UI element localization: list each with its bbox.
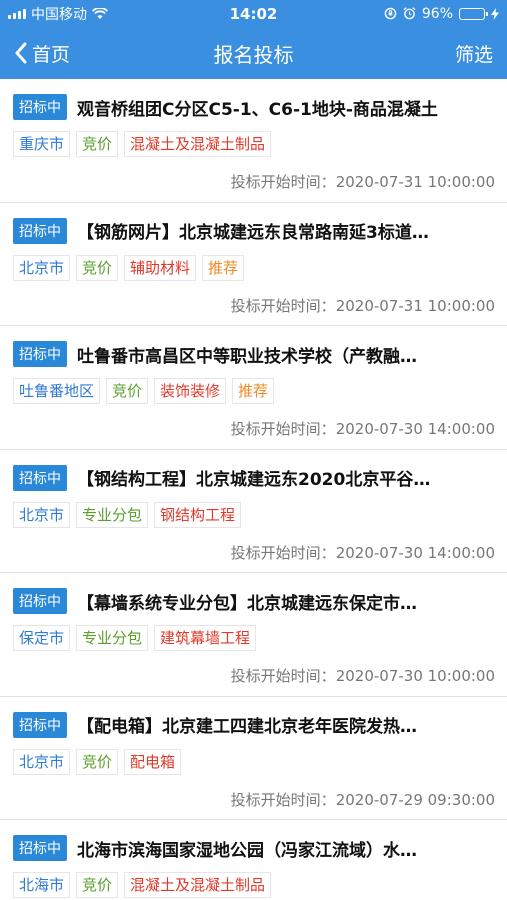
category-tag: 混凝土及混凝土制品: [124, 131, 272, 157]
status-badge: 招标中: [13, 835, 67, 861]
battery-icon: [459, 7, 488, 20]
category-tag: 钢结构工程: [154, 501, 242, 528]
recommend-tag: 推荐: [202, 254, 245, 281]
start-time-value: 2020-07-31 10:00:00: [335, 296, 495, 315]
start-time-row: 投标开始时间：2020-07-30 14:00:00: [13, 418, 495, 439]
status-right: 96%: [384, 6, 499, 22]
category-tag: 建筑幕墙工程: [154, 625, 257, 651]
category-tag: 装饰装修: [154, 378, 227, 404]
start-time-value: 2020-07-30 14:00:00: [335, 543, 495, 562]
start-time-label: 投标开始时间：: [230, 173, 336, 191]
back-button[interactable]: 首页: [14, 40, 70, 67]
category-tag: 混凝土及混凝土制品: [124, 872, 272, 898]
start-time-row: 投标开始时间：2020-07-30 10:00:00: [13, 665, 495, 686]
status-badge: 招标中: [13, 464, 67, 491]
start-time-label: 投标开始时间：: [230, 790, 336, 809]
status-badge: 招标中: [13, 94, 67, 120]
method-tag: 竞价: [76, 748, 119, 775]
start-time-value: 2020-07-31 10:00:00: [335, 173, 495, 191]
start-time-label: 投标开始时间：: [230, 420, 336, 438]
tag-list: 北京市 竞价 辅助材料 推荐: [13, 254, 495, 281]
tender-list: 招标中 观音桥组团C分区C5-1、C6-1地块-商品混凝土 重庆市 竞价 混凝土…: [0, 79, 507, 900]
start-time-label: 投标开始时间：: [230, 543, 336, 562]
start-time-row: 投标开始时间：2020-07-31 10:00:00: [13, 295, 495, 316]
recommend-tag: 推荐: [232, 378, 275, 404]
tag-list: 保定市 专业分包 建筑幕墙工程: [13, 625, 495, 651]
status-badge: 招标中: [13, 711, 67, 738]
battery-percent: 96%: [421, 5, 453, 22]
status-badge: 招标中: [13, 341, 67, 367]
start-time-row: 投标开始时间：2020-07-29 09:30:00: [13, 789, 495, 810]
tender-card[interactable]: 招标中 【钢结构工程】北京城建远东2020北京平谷… 北京市 专业分包 钢结构工…: [0, 449, 507, 573]
start-time-row: 投标开始时间：2020-07-31 10:00:00: [13, 171, 495, 192]
title-row: 招标中 吐鲁番市高昌区中等职业技术学校（产教融…: [13, 340, 495, 368]
tender-title: 【钢筋网片】北京城建远东良常路南延3标道…: [77, 223, 429, 243]
title-row: 招标中 北海市滨海国家湿地公园（冯家江流域）水…: [13, 834, 495, 862]
tender-title: 【配电箱】北京建工四建北京老年医院发热…: [77, 717, 417, 737]
tender-title: 吐鲁番市高昌区中等职业技术学校（产教融…: [77, 346, 417, 367]
method-tag: 竞价: [76, 254, 119, 281]
city-tag: 北京市: [13, 254, 71, 281]
city-tag: 重庆市: [13, 131, 71, 157]
tender-title: 【钢结构工程】北京城建远东2020北京平谷…: [77, 470, 431, 490]
method-tag: 专业分包: [76, 501, 149, 528]
method-tag: 竞价: [76, 872, 119, 898]
signal-icon: [8, 8, 26, 19]
title-row: 招标中 【幕墙系统专业分包】北京城建远东保定市…: [13, 587, 495, 615]
method-tag: 竞价: [106, 378, 149, 404]
status-badge: 招标中: [13, 588, 67, 614]
status-left: 中国移动: [8, 4, 108, 24]
filter-button[interactable]: 筛选: [455, 40, 493, 67]
tender-card[interactable]: 招标中 北海市滨海国家湿地公园（冯家江流域）水… 北海市 竞价 混凝土及混凝土制…: [0, 820, 507, 900]
title-row: 招标中 【钢筋网片】北京城建远东良常路南延3标道…: [13, 217, 495, 245]
category-tag: 配电箱: [124, 748, 182, 775]
start-time-row: 投标开始时间：2020-07-30 14:00:00: [13, 542, 495, 563]
tender-card[interactable]: 招标中 【幕墙系统专业分包】北京城建远东保定市… 保定市 专业分包 建筑幕墙工程…: [0, 573, 507, 697]
charging-icon: [491, 7, 499, 20]
method-tag: 竞价: [76, 131, 119, 157]
tag-list: 北京市 竞价 配电箱: [13, 748, 495, 775]
back-label: 首页: [32, 43, 71, 66]
tender-title: 北海市滨海国家湿地公园（冯家江流域）水…: [77, 840, 417, 861]
city-tag: 吐鲁番地区: [13, 378, 101, 404]
tender-title: 观音桥组团C分区C5-1、C6-1地块-商品混凝土: [77, 99, 438, 120]
tag-list: 北京市 专业分包 钢结构工程: [13, 501, 495, 528]
start-time-label: 投标开始时间：: [230, 296, 336, 315]
rotation-lock-icon: [384, 7, 397, 20]
tender-title: 【幕墙系统专业分包】北京城建远东保定市…: [77, 593, 417, 614]
status-bar: 中国移动 14:02 96%: [0, 0, 507, 27]
tender-card[interactable]: 招标中 【配电箱】北京建工四建北京老年医院发热… 北京市 竞价 配电箱 投标开始…: [0, 696, 507, 820]
start-time-value: 2020-07-30 14:00:00: [335, 420, 495, 438]
tender-card[interactable]: 招标中 【钢筋网片】北京城建远东良常路南延3标道… 北京市 竞价 辅助材料 推荐…: [0, 202, 507, 326]
category-tag: 辅助材料: [124, 254, 197, 281]
nav-bar: 首页 报名投标 筛选: [0, 27, 507, 79]
carrier-label: 中国移动: [31, 6, 87, 23]
title-row: 招标中 【钢结构工程】北京城建远东2020北京平谷…: [13, 464, 495, 492]
chevron-left-icon: [15, 42, 27, 64]
tag-list: 重庆市 竞价 混凝土及混凝土制品: [13, 131, 495, 157]
tender-card[interactable]: 招标中 观音桥组团C分区C5-1、C6-1地块-商品混凝土 重庆市 竞价 混凝土…: [0, 79, 507, 203]
method-tag: 专业分包: [76, 625, 149, 651]
title-row: 招标中 【配电箱】北京建工四建北京老年医院发热…: [13, 711, 495, 739]
start-time-value: 2020-07-30 10:00:00: [335, 667, 495, 685]
status-badge: 招标中: [13, 217, 67, 244]
city-tag: 北海市: [13, 872, 71, 898]
tag-list: 吐鲁番地区 竞价 装饰装修 推荐: [13, 378, 495, 404]
city-tag: 北京市: [13, 501, 71, 528]
city-tag: 保定市: [13, 625, 71, 651]
tag-list: 北海市 竞价 混凝土及混凝土制品: [13, 872, 495, 898]
start-time-value: 2020-07-29 09:30:00: [335, 790, 495, 809]
title-row: 招标中 观音桥组团C分区C5-1、C6-1地块-商品混凝土: [13, 93, 495, 121]
wifi-icon: [92, 7, 108, 19]
page-title: 报名投标: [213, 42, 294, 67]
start-time-label: 投标开始时间：: [230, 667, 336, 685]
tender-card[interactable]: 招标中 吐鲁番市高昌区中等职业技术学校（产教融… 吐鲁番地区 竞价 装饰装修 推…: [0, 326, 507, 450]
alarm-icon: [403, 7, 416, 20]
city-tag: 北京市: [13, 748, 71, 775]
